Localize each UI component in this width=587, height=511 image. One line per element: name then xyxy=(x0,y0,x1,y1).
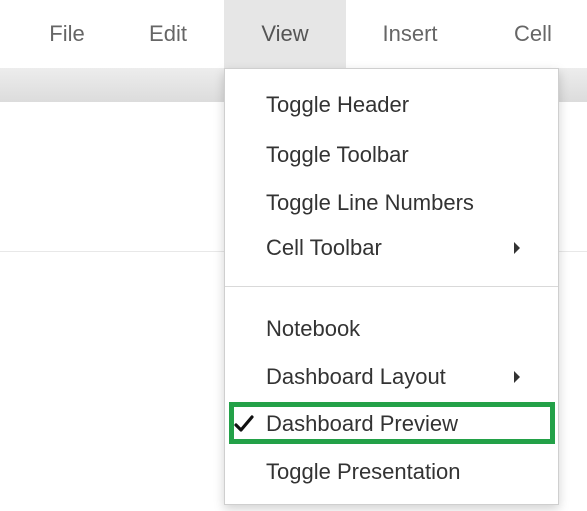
menubar: File Edit View Insert Cell xyxy=(0,0,587,68)
menu-item-dashboard-preview-label: Dashboard Preview xyxy=(266,411,458,436)
menu-cell[interactable]: Cell xyxy=(486,0,580,68)
menu-item-cell-toolbar-label: Cell Toolbar xyxy=(266,235,382,260)
menu-item-dashboard-layout-label: Dashboard Layout xyxy=(266,364,446,389)
caret-right-icon xyxy=(514,242,520,254)
menu-edit[interactable]: Edit xyxy=(132,0,204,68)
menu-item-toggle-toolbar[interactable]: Toggle Toolbar xyxy=(266,141,409,169)
menu-item-dashboard-layout[interactable]: Dashboard Layout xyxy=(266,363,536,391)
menu-item-cell-toolbar[interactable]: Cell Toolbar xyxy=(266,234,536,262)
menu-item-toggle-header[interactable]: Toggle Header xyxy=(266,91,409,119)
menu-item-dashboard-preview[interactable]: Dashboard Preview xyxy=(234,410,458,438)
check-icon xyxy=(234,415,254,432)
menu-insert[interactable]: Insert xyxy=(352,0,468,68)
menu-item-notebook[interactable]: Notebook xyxy=(266,315,360,343)
menu-file[interactable]: File xyxy=(28,0,106,68)
notebook-page: File Edit View Insert Cell Toggle Header… xyxy=(0,0,587,511)
menu-item-toggle-line-numbers[interactable]: Toggle Line Numbers xyxy=(266,189,474,217)
menu-item-toggle-presentation[interactable]: Toggle Presentation xyxy=(266,458,460,486)
menu-separator xyxy=(225,286,558,287)
caret-right-icon xyxy=(514,371,520,383)
menu-view[interactable]: View xyxy=(224,0,346,68)
view-dropdown-menu: Toggle Header Toggle Toolbar Toggle Line… xyxy=(224,68,559,505)
